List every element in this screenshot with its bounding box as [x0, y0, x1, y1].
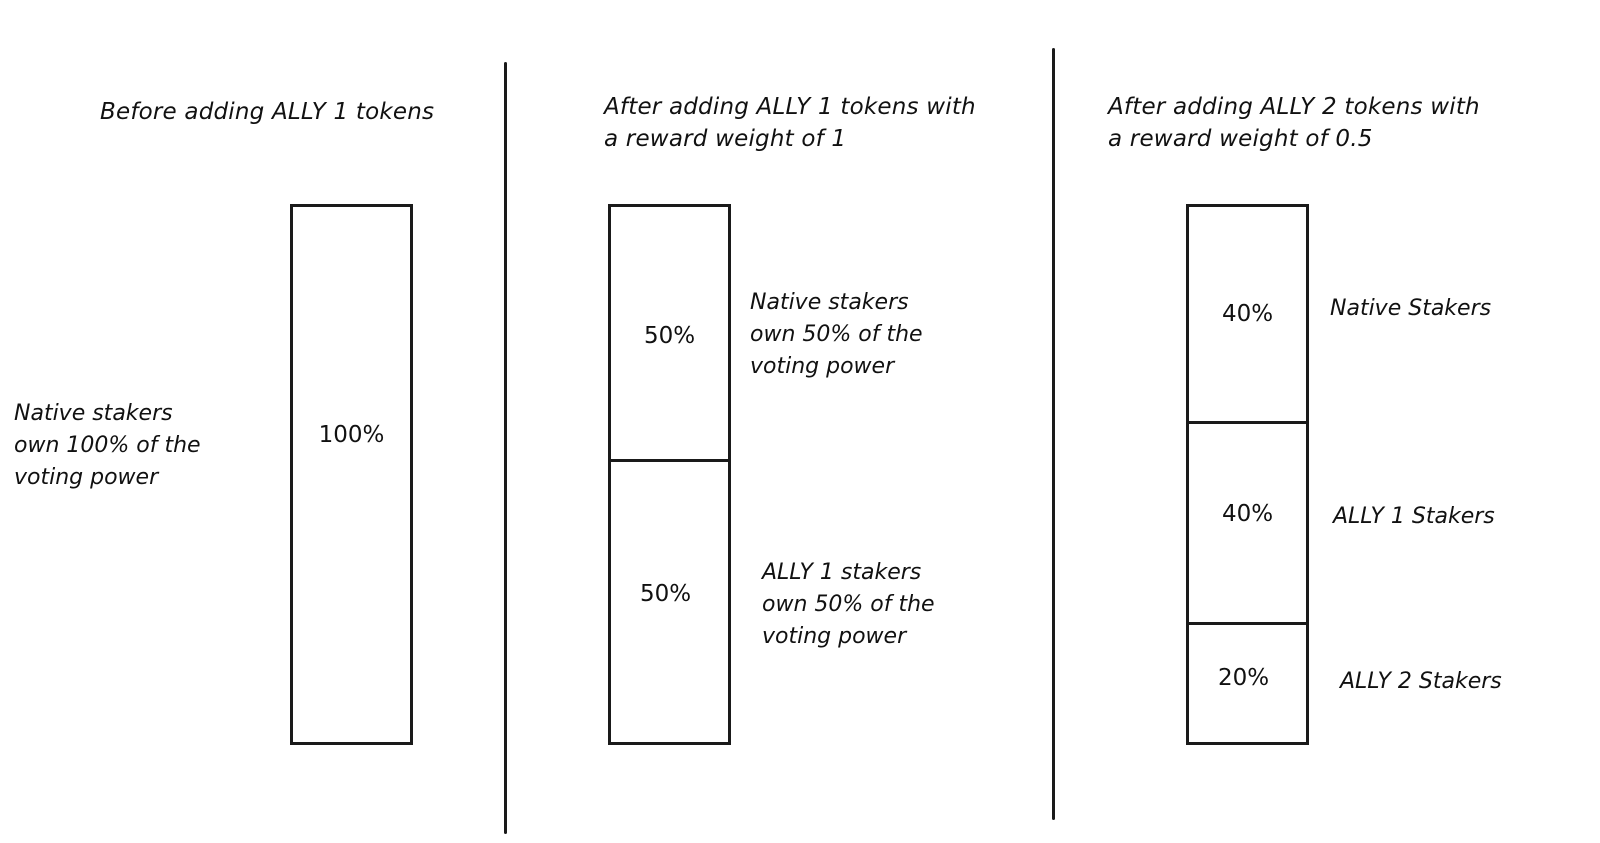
column-1-segment-1-label-line-1: Native stakers [14, 401, 173, 426]
column-3-heading: After adding ALLY 2 tokens with a reward… [1108, 91, 1480, 155]
column-3-segment-3-percent: 20% [1217, 665, 1270, 691]
column-2-segment-divider [608, 459, 731, 462]
column-1-segment-1-label-line-3: voting power [14, 465, 159, 490]
column-2-segment-1-label-line-3: voting power [750, 354, 895, 379]
column-2-segment-1-percent: 50% [643, 323, 696, 349]
column-1-segment-1-label-line-2: own 100% of the [14, 433, 201, 458]
column-3-segment-2-label: ALLY 1 Stakers [1333, 501, 1495, 533]
column-3-heading-line-1: After adding ALLY 2 tokens with [1108, 94, 1480, 120]
column-3-segment-divider-2 [1186, 622, 1309, 625]
column-3-segment-divider-1 [1186, 421, 1309, 424]
column-2-segment-2-label-line-2: own 50% of the [762, 592, 935, 617]
column-3-segment-3-label: ALLY 2 Stakers [1340, 666, 1502, 698]
column-3-heading-line-2: a reward weight of 0.5 [1108, 126, 1373, 152]
column-2-segment-1-label-line-1: Native stakers [750, 290, 909, 315]
column-divider-1 [504, 62, 507, 834]
column-2-bar [608, 204, 731, 745]
column-2-segment-2-label: ALLY 1 stakers own 50% of the voting pow… [762, 557, 935, 653]
column-3-segment-3-label-line-1: ALLY 2 Stakers [1340, 669, 1502, 694]
column-2-segment-2-label-line-3: voting power [762, 624, 907, 649]
column-2-segment-1-label: Native stakers own 50% of the voting pow… [750, 287, 923, 383]
column-1-bar [290, 204, 413, 745]
column-2-segment-2-percent: 50% [639, 581, 692, 607]
column-1-heading: Before adding ALLY 1 tokens [100, 96, 434, 128]
column-3-segment-2-percent: 40% [1221, 501, 1274, 527]
column-3-segment-1-percent: 40% [1221, 301, 1274, 327]
column-2-segment-1-label-line-2: own 50% of the [750, 322, 923, 347]
column-2-heading-line-1: After adding ALLY 1 tokens with [604, 94, 976, 120]
column-1-segment-1-label: Native stakers own 100% of the voting po… [14, 398, 201, 494]
column-1-heading-line-1: Before adding ALLY 1 tokens [100, 99, 435, 125]
column-2-segment-2-label-line-1: ALLY 1 stakers [762, 560, 922, 585]
column-3-segment-1-label: Native Stakers [1330, 293, 1491, 325]
column-2-heading-line-2: a reward weight of 1 [604, 126, 847, 152]
column-divider-2 [1052, 48, 1055, 820]
column-3-segment-1-label-line-1: Native Stakers [1330, 296, 1492, 321]
column-1-segment-1-percent: 100% [318, 422, 385, 448]
column-3-segment-2-label-line-1: ALLY 1 Stakers [1333, 504, 1495, 529]
column-2-heading: After adding ALLY 1 tokens with a reward… [604, 91, 976, 155]
